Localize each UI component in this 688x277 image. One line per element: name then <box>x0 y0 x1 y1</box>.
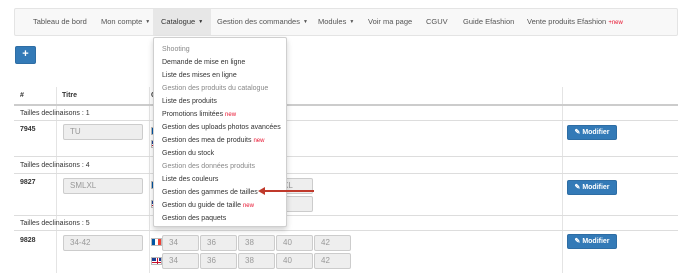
menu-item-photo-uploads[interactable]: Gestion des uploads photos avancées <box>154 121 286 134</box>
size-field-uk[interactable]: 38 <box>238 253 275 269</box>
new-badge: new <box>242 203 254 209</box>
menu-item-stock[interactable]: Gestion du stock <box>154 147 286 160</box>
menu-item-product-mea[interactable]: Gestion des mea de produits new <box>154 134 286 147</box>
row-id: 7945 <box>20 126 36 133</box>
menu-header-product-data: Gestion des données produits <box>154 160 286 173</box>
nav-item-my-page[interactable]: Voir ma page <box>368 9 412 35</box>
nav-item-sell-products[interactable]: Vente produits Efashion +new <box>527 9 623 35</box>
menu-item-label: Gestion des paquets <box>162 215 227 222</box>
modify-label: Modifier <box>582 129 610 136</box>
size-field-fr[interactable]: 40 <box>276 235 313 251</box>
annotation-arrow-line <box>264 190 314 192</box>
nav-label: CGUV <box>426 17 448 26</box>
menu-item-colors[interactable]: Liste des couleurs <box>154 173 286 186</box>
nav-item-orders[interactable]: Gestion des commandes ▼ <box>217 9 308 35</box>
menu-header-shooting: Shooting <box>154 43 286 56</box>
menu-item-label: Gestion des uploads photos avancées <box>162 124 281 131</box>
menu-item-label: Liste des couleurs <box>162 176 219 183</box>
modify-button[interactable]: ✎ Modifier <box>567 234 617 249</box>
caret-down-icon: ▼ <box>198 19 204 26</box>
size-ranges-table: # Titre C Tailles declinaisons : 1 7945 … <box>14 87 678 273</box>
catalogue-dropdown-menu: Shooting Demande de mise en ligne Liste … <box>153 37 287 227</box>
menu-header-label: Gestion des données produits <box>162 163 256 170</box>
caret-down-icon: ▼ <box>302 19 308 26</box>
group-label: Tailles declinaisons : 4 <box>20 162 90 169</box>
row-id: 9828 <box>20 237 36 244</box>
nav-label: Guide Efashion <box>463 17 515 26</box>
nav-item-dashboard[interactable]: Tableau de bord <box>33 9 87 35</box>
menu-item-label: Gestion des mea de produits <box>162 137 254 144</box>
row-divider <box>14 156 678 157</box>
menu-item-label: Promotions limitées <box>162 111 226 118</box>
nav-item-cguv[interactable]: CGUV <box>426 9 448 35</box>
modify-label: Modifier <box>582 184 610 191</box>
add-button[interactable]: + <box>15 46 36 64</box>
fr-flag-icon <box>151 238 162 246</box>
size-field-uk[interactable]: 40 <box>276 253 313 269</box>
modify-button[interactable]: ✎ Modifier <box>567 180 617 195</box>
menu-item-promotions[interactable]: Promotions limitées new <box>154 108 286 121</box>
new-badge: +new <box>608 20 623 26</box>
menu-item-packages[interactable]: Gestion des paquets <box>154 212 286 225</box>
row-divider <box>14 120 678 121</box>
nav-label: Mon compte <box>101 17 143 26</box>
menu-item-products-list[interactable]: Liste des produits <box>154 95 286 108</box>
nav-label: Catalogue <box>161 17 196 26</box>
size-field-uk[interactable]: 34 <box>162 253 199 269</box>
edit-icon: ✎ <box>574 184 581 191</box>
row-divider <box>14 173 678 174</box>
uk-flag-icon <box>151 257 162 265</box>
group-label: Tailles declinaisons : 5 <box>20 220 90 227</box>
title-field[interactable]: 34-42 <box>63 235 143 251</box>
caret-down-icon: ▼ <box>349 19 355 26</box>
caret-down-icon: ▼ <box>145 19 151 26</box>
menu-item-label: Liste des mises en ligne <box>162 72 237 79</box>
edit-icon: ✎ <box>574 129 581 136</box>
menu-item-label: Gestion du guide de taille <box>162 202 243 209</box>
size-field-fr[interactable]: 38 <box>238 235 275 251</box>
menu-item-size-ranges[interactable]: Gestion des gammes de tailles <box>154 186 286 199</box>
nav-label: Modules <box>318 17 347 26</box>
top-navbar: Tableau de bord Mon compte ▼ Catalogue ▼ G… <box>14 8 678 36</box>
nav-label: Gestion des commandes <box>217 17 300 26</box>
size-field-uk[interactable]: 36 <box>200 253 237 269</box>
edit-icon: ✎ <box>574 238 581 245</box>
nav-label: Voir ma page <box>368 17 413 26</box>
column-divider <box>149 87 150 273</box>
nav-label: Vente produits Efashion <box>527 17 609 26</box>
group-label: Tailles declinaisons : 1 <box>20 110 90 117</box>
menu-item-request-online[interactable]: Demande de mise en ligne <box>154 56 286 69</box>
menu-item-label: Liste des produits <box>162 98 217 105</box>
menu-item-label: Demande de mise en ligne <box>162 59 246 66</box>
header-id: # <box>20 92 24 99</box>
menu-item-label: Gestion des gammes de tailles <box>162 189 258 196</box>
menu-item-size-guide[interactable]: Gestion du guide de taille new <box>154 199 286 212</box>
header-divider <box>14 104 678 106</box>
size-field-fr[interactable]: 34 <box>162 235 199 251</box>
size-field-fr[interactable]: 42 <box>314 235 351 251</box>
nav-label: Tableau de bord <box>33 17 87 26</box>
nav-item-guide[interactable]: Guide Efashion <box>463 9 514 35</box>
header-title: Titre <box>62 92 78 99</box>
menu-header-catalogue-products: Gestion des produits du catalogue <box>154 82 286 95</box>
nav-item-catalogue[interactable]: Catalogue ▼ <box>153 9 212 35</box>
new-badge: new <box>225 112 237 118</box>
title-field[interactable]: SMLXL <box>63 178 143 194</box>
new-badge: new <box>253 138 265 144</box>
menu-header-label: Gestion des produits du catalogue <box>162 85 269 92</box>
row-divider <box>14 230 678 231</box>
menu-header-label: Shooting <box>162 46 190 53</box>
menu-item-label: Gestion du stock <box>162 150 215 157</box>
size-field-fr[interactable]: 36 <box>200 235 237 251</box>
nav-item-my-account[interactable]: Mon compte ▼ <box>101 9 150 35</box>
size-field-uk[interactable]: 42 <box>314 253 351 269</box>
modify-button[interactable]: ✎ Modifier <box>567 125 617 140</box>
title-field[interactable]: TU <box>63 124 143 140</box>
row-id: 9827 <box>20 179 36 186</box>
row-divider <box>14 215 678 216</box>
column-divider <box>562 87 563 273</box>
menu-item-online-list[interactable]: Liste des mises en ligne <box>154 69 286 82</box>
modify-label: Modifier <box>582 238 610 245</box>
nav-item-modules[interactable]: Modules ▼ <box>318 9 354 35</box>
